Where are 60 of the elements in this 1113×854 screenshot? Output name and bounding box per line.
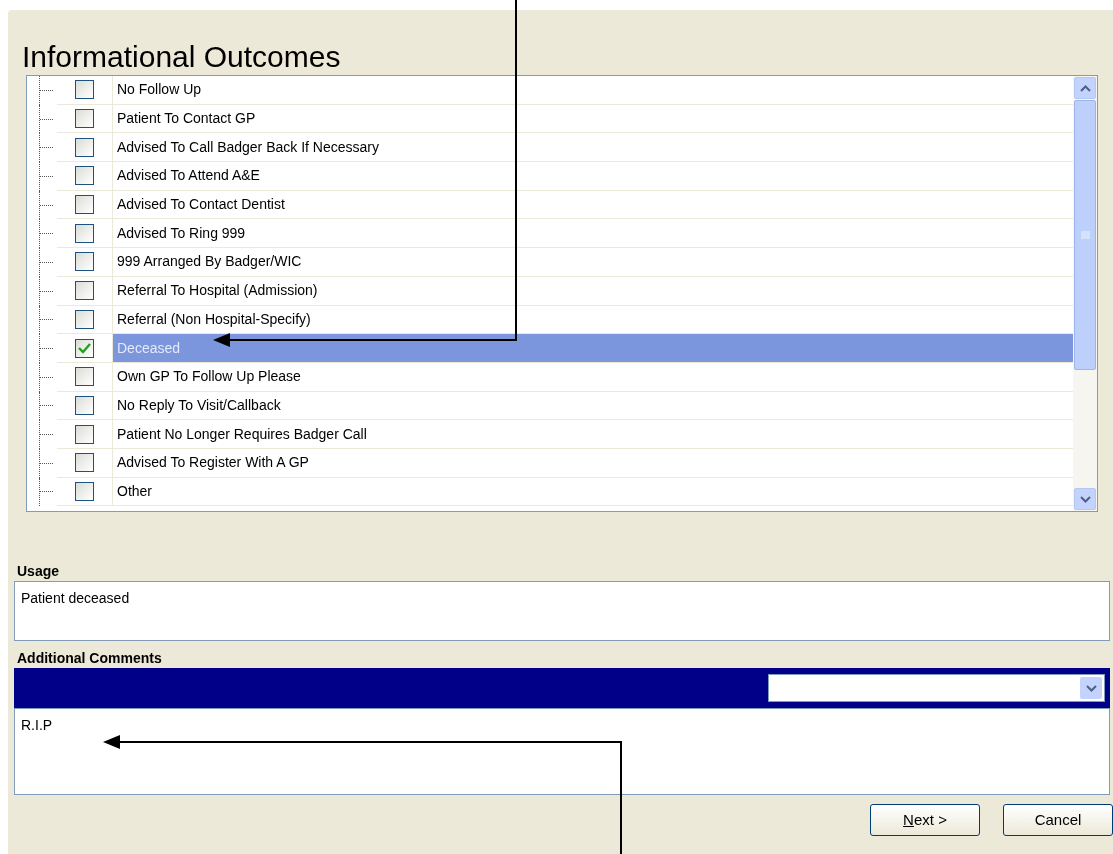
list-item[interactable]: Advised To Call Badger Back If Necessary <box>113 133 1073 163</box>
tree-connector <box>39 477 53 507</box>
tree-connector <box>39 276 53 306</box>
checkbox[interactable] <box>75 252 94 272</box>
tree-connector <box>39 334 53 363</box>
tree-connector <box>39 190 53 220</box>
dropdown-field[interactable] <box>768 674 1105 702</box>
tree-connector <box>39 448 53 478</box>
comments-text-box[interactable]: R.I.P <box>14 708 1110 795</box>
section-label: Additional Comments <box>17 649 163 668</box>
list-item[interactable]: Patient No Longer Requires Badger Call <box>113 420 1073 449</box>
list-item[interactable]: Patient To Contact GP <box>113 104 1073 134</box>
list-item[interactable]: Own GP To Follow Up Please <box>113 362 1073 392</box>
checkbox[interactable] <box>75 424 94 444</box>
checkbox[interactable] <box>75 338 94 358</box>
checkbox[interactable] <box>75 281 94 301</box>
list-item[interactable]: No Follow Up <box>113 76 1073 105</box>
dialog-button[interactable]: Cancel <box>1003 804 1113 836</box>
checkbox[interactable] <box>75 309 94 329</box>
checkbox[interactable] <box>75 223 94 243</box>
list-item[interactable]: Referral To Hospital (Admission) <box>113 276 1073 306</box>
tree-connector <box>39 391 53 421</box>
tree-connector <box>39 305 53 335</box>
tree-connector <box>39 219 53 249</box>
scroll-thumb[interactable] <box>1074 100 1096 370</box>
scroll-down-button[interactable] <box>1074 488 1096 510</box>
checkbox[interactable] <box>75 395 94 415</box>
list-item[interactable]: Other <box>113 477 1073 507</box>
dialog-button[interactable]: Next > <box>870 804 980 836</box>
chevron-down-icon <box>1085 684 1097 692</box>
dropdown-button[interactable] <box>1080 677 1102 699</box>
list-item[interactable]: 999 Arranged By Badger/WIC <box>113 248 1073 277</box>
tree-connector <box>39 420 53 449</box>
tree-connector <box>39 76 53 105</box>
checkbox[interactable] <box>75 137 94 157</box>
scrollbar[interactable] <box>1073 76 1097 511</box>
chevron-up-icon <box>1079 84 1091 92</box>
dialog-title: Informational Outcomes <box>22 40 342 75</box>
checkbox[interactable] <box>75 481 94 501</box>
grip-icon <box>1080 231 1090 239</box>
list-item[interactable]: Advised To Attend A&E <box>113 162 1073 191</box>
checkbox[interactable] <box>75 367 94 387</box>
checkbox[interactable] <box>75 453 94 473</box>
checkbox[interactable] <box>75 80 94 100</box>
tree-connector <box>39 248 53 277</box>
list-item[interactable]: No Reply To Visit/Callback <box>113 391 1073 421</box>
list-item[interactable]: Advised To Contact Dentist <box>113 190 1073 220</box>
checkbox[interactable] <box>75 109 94 129</box>
chevron-down-icon <box>1079 495 1091 503</box>
section-label: Usage <box>17 562 61 581</box>
tree-connector <box>39 104 53 134</box>
tree-connector <box>39 133 53 163</box>
usage-text-box[interactable]: Patient deceased <box>14 581 1110 641</box>
checkbox[interactable] <box>75 195 94 215</box>
list-item[interactable]: Advised To Ring 999 <box>113 219 1073 249</box>
scroll-up-button[interactable] <box>1074 77 1096 99</box>
list-item[interactable]: Advised To Register With A GP <box>113 448 1073 478</box>
tree-connector <box>39 162 53 191</box>
tree-connector <box>39 362 53 392</box>
checkbox[interactable] <box>75 166 94 186</box>
